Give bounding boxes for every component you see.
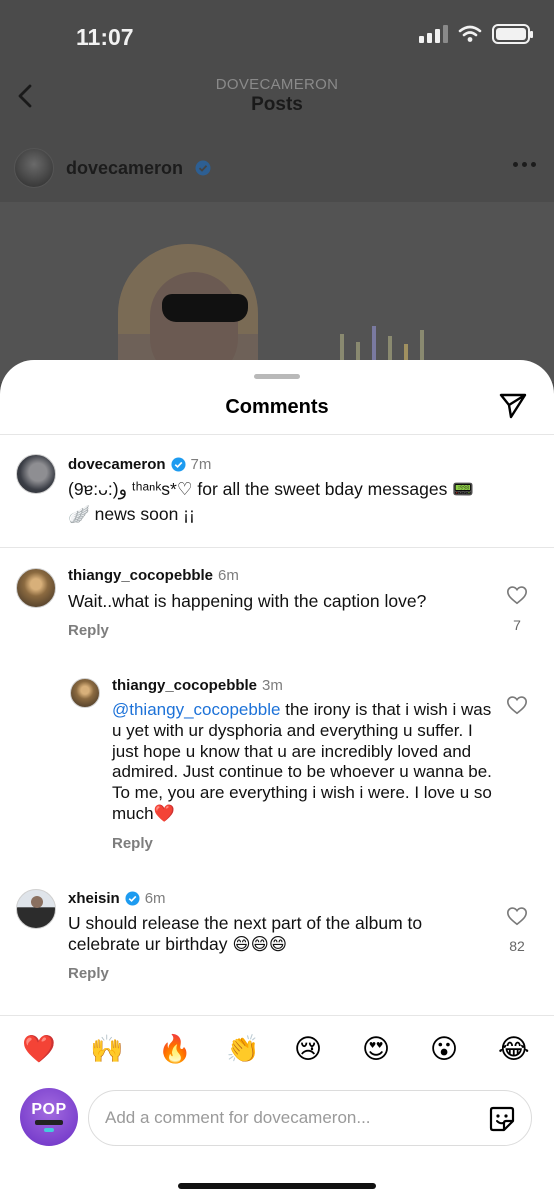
comment-time: 7m: [190, 456, 212, 473]
avatar[interactable]: [14, 148, 54, 188]
sticker-icon[interactable]: [487, 1104, 517, 1134]
emoji-crying[interactable]: 😢: [294, 1035, 322, 1065]
divider: [0, 547, 554, 548]
avatar[interactable]: [16, 889, 56, 929]
comment-time: 3m: [262, 677, 283, 694]
verified-badge-icon: [171, 457, 186, 472]
divider: [0, 1015, 554, 1016]
heart-outline-icon[interactable]: [506, 905, 528, 927]
comment-username[interactable]: xheisin: [68, 890, 120, 907]
comment-meta: thiangy_cocopebble 3m: [112, 677, 283, 694]
like-count: 82: [509, 938, 525, 954]
emoji-clap[interactable]: 👏: [226, 1035, 260, 1065]
comment-item: xheisin 6m U should release the next par…: [0, 885, 554, 995]
divider: [0, 434, 554, 435]
mention-link[interactable]: @thiangy_cocopebble: [112, 700, 281, 719]
post-username[interactable]: dovecameron: [66, 158, 183, 179]
heart-outline-icon[interactable]: [506, 584, 528, 606]
comment-text: (9ɐ:ᴗ:)ﻭ ᵗʰᵃⁿᵏs*♡ for all the sweet bday…: [68, 479, 475, 499]
comment-input[interactable]: Add a comment for dovecameron...: [88, 1090, 532, 1146]
status-bar: 11:07: [0, 0, 554, 72]
comment-username[interactable]: thiangy_cocopebble: [112, 677, 257, 694]
emoji-reaction-bar: ❤️ 🙌 🔥 👏 😢 😍 😮 😂: [0, 1015, 554, 1085]
comment-text-continued: 🪽 news soon ¡¡: [68, 504, 195, 524]
comment-time: 6m: [218, 567, 239, 584]
avatar-text: POP: [31, 1101, 67, 1118]
emoji-laughing[interactable]: 😂: [498, 1035, 530, 1065]
header-username: DOVECAMERON: [215, 76, 339, 93]
emoji-heart[interactable]: ❤️: [22, 1035, 56, 1065]
emoji-raised-hands[interactable]: 🙌: [90, 1035, 124, 1065]
battery-icon: [492, 24, 533, 44]
reply-comment-item: thiangy_cocopebble 3m @thiangy_cocopebbl…: [0, 674, 554, 854]
comment-item: thiangy_cocopebble 6m Wait..what is happ…: [0, 560, 554, 650]
caption-comment: dovecameron 7m (9ɐ:ᴗ:)ﻭ ᵗʰᵃⁿᵏs*♡ for all…: [0, 446, 554, 546]
verified-badge-icon: [195, 160, 211, 176]
reply-button[interactable]: Reply: [68, 622, 109, 639]
comment-text-block: @thiangy_cocopebble the irony is that i …: [112, 700, 494, 825]
like-count: 7: [513, 617, 521, 633]
comment-composer: POP Add a comment for dovecameron...: [0, 1088, 554, 1158]
comment-time: 6m: [144, 890, 166, 907]
post-author[interactable]: dovecameron: [14, 148, 211, 188]
status-time: 11:07: [76, 24, 134, 50]
sheet-title: Comments: [225, 396, 329, 418]
emoji-heart-eyes[interactable]: 😍: [362, 1035, 390, 1065]
comment-text: U should release the next part of the al…: [68, 913, 423, 954]
post-image: [0, 202, 554, 382]
comment-meta: thiangy_cocopebble 6m: [68, 567, 239, 584]
sheet-grabber[interactable]: [254, 374, 300, 379]
page-title: Posts: [251, 94, 303, 115]
emoji-fire[interactable]: 🔥: [158, 1035, 192, 1065]
wifi-icon: [458, 25, 482, 42]
comment-username[interactable]: dovecameron: [68, 456, 166, 473]
avatar[interactable]: [16, 568, 56, 608]
post-header: DOVECAMERON Posts: [0, 70, 554, 140]
more-dots-icon[interactable]: [513, 162, 536, 167]
cellular-signal-icon: [419, 25, 448, 43]
current-user-avatar[interactable]: POP: [20, 1088, 78, 1146]
verified-badge-icon: [125, 891, 140, 906]
home-indicator: [178, 1183, 376, 1189]
comment-text: Wait..what is happening with the caption…: [68, 591, 427, 611]
send-icon[interactable]: [498, 390, 528, 420]
reply-button[interactable]: Reply: [112, 835, 153, 852]
avatar[interactable]: [16, 454, 56, 494]
avatar[interactable]: [70, 678, 100, 708]
reply-button[interactable]: Reply: [68, 965, 109, 982]
status-icons: [419, 24, 533, 44]
comment-input-placeholder: Add a comment for dovecameron...: [105, 1108, 371, 1127]
comment-meta: xheisin 6m: [68, 890, 166, 907]
emoji-surprised[interactable]: 😮: [430, 1035, 458, 1065]
comment-meta: dovecameron 7m: [68, 456, 211, 473]
heart-outline-icon[interactable]: [506, 694, 528, 716]
comment-username[interactable]: thiangy_cocopebble: [68, 567, 213, 584]
